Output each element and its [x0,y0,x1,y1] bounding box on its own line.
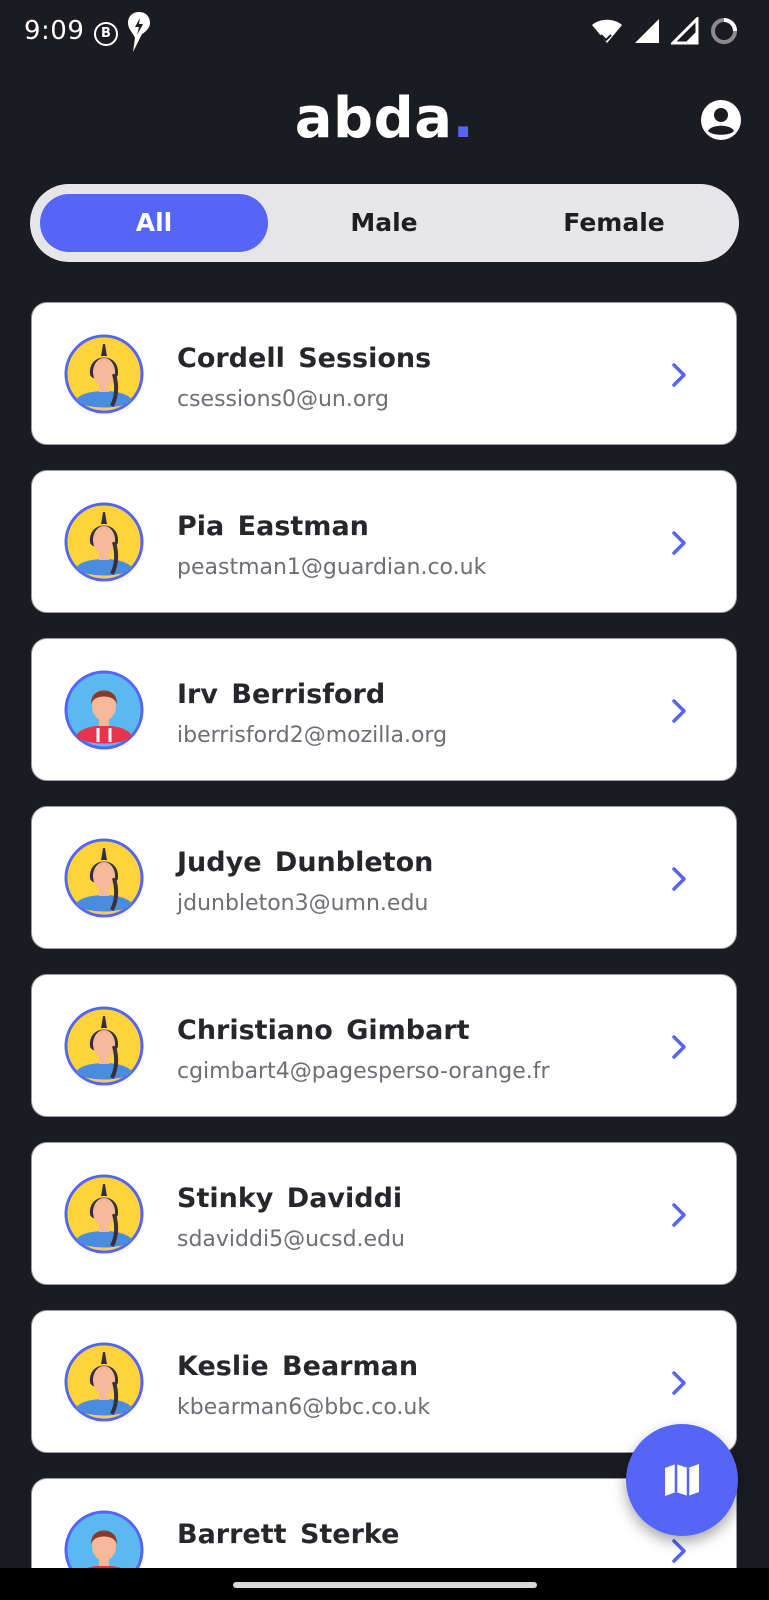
chevron-right-icon [672,363,686,387]
status-bar: 9:09 B [0,0,769,66]
wifi-icon [592,19,622,43]
system-nav-bar [0,1568,769,1600]
chevron-right-icon [672,1203,686,1227]
user-card[interactable]: Pia Eastman peastman1@guardian.co.uk [31,470,737,613]
filter-all-tab[interactable]: All [40,194,268,252]
gender-filter: All Male Female [30,184,739,262]
chevron-right-icon [672,1371,686,1395]
brand-text: abda [294,86,453,151]
user-name: Christiano Gimbart [177,1015,470,1046]
female-avatar-icon [64,1174,144,1254]
app-header: abda. [0,80,769,160]
user-name: Cordell Sessions [177,343,432,374]
user-email: jdunbleton3@umn.edu [177,891,429,916]
female-avatar-icon [64,1342,144,1422]
user-card[interactable]: Christiano Gimbart cgimbart4@pagesperso-… [31,974,737,1117]
signal-icon-2 [671,17,699,45]
map-fab-button[interactable] [626,1424,738,1536]
female-avatar-icon [64,502,144,582]
b-notification-icon: B [94,22,118,46]
user-name: Keslie Bearman [177,1351,419,1382]
chevron-right-icon [672,531,686,555]
signal-icon [635,19,659,43]
account-circle-icon[interactable] [699,98,743,142]
user-card[interactable]: Judye Dunbleton jdunbleton3@umn.edu [31,806,737,949]
user-list: Cordell Sessions csessions0@un.org Pia E… [31,302,739,1568]
user-card[interactable]: Keslie Bearman kbearman6@bbc.co.uk [31,1310,737,1453]
female-avatar-icon [64,334,144,414]
filter-female-tab[interactable]: Female [500,194,728,252]
battery-ring-icon [711,18,737,44]
chevron-right-icon [672,867,686,891]
user-card[interactable]: Stinky Daviddi sdaviddi5@ucsd.edu [31,1142,737,1285]
user-email: peastman1@guardian.co.uk [177,555,487,580]
female-avatar-icon [64,838,144,918]
bolt-notification-icon [128,12,150,52]
status-icons [591,16,739,46]
brand-dot: . [452,86,475,151]
brand-logo: abda. [0,86,769,151]
user-email: iberrisford2@mozilla.org [177,723,448,748]
user-email: sdaviddi5@ucsd.edu [177,1227,405,1252]
male-avatar-icon [64,1510,144,1568]
user-name: Pia Eastman [177,511,369,542]
filter-male-tab[interactable]: Male [270,194,498,252]
chevron-right-icon [672,1539,686,1563]
male-avatar-icon [64,670,144,750]
user-email: kbearman6@bbc.co.uk [177,1395,431,1420]
home-gesture-handle[interactable] [233,1582,537,1588]
user-name: Stinky Daviddi [177,1183,403,1214]
user-email: cgimbart4@pagesperso-orange.fr [177,1059,550,1084]
map-icon [665,1464,699,1496]
user-card[interactable]: Irv Berrisford iberrisford2@mozilla.org [31,638,737,781]
user-card[interactable]: Cordell Sessions csessions0@un.org [31,302,737,445]
chevron-right-icon [672,699,686,723]
status-time: 9:09 [24,16,85,46]
chevron-right-icon [672,1035,686,1059]
user-name: Irv Berrisford [177,679,386,710]
user-name: Barrett Sterke [177,1519,400,1550]
user-email: csessions0@un.org [177,387,389,412]
user-name: Judye Dunbleton [177,847,434,878]
female-avatar-icon [64,1006,144,1086]
